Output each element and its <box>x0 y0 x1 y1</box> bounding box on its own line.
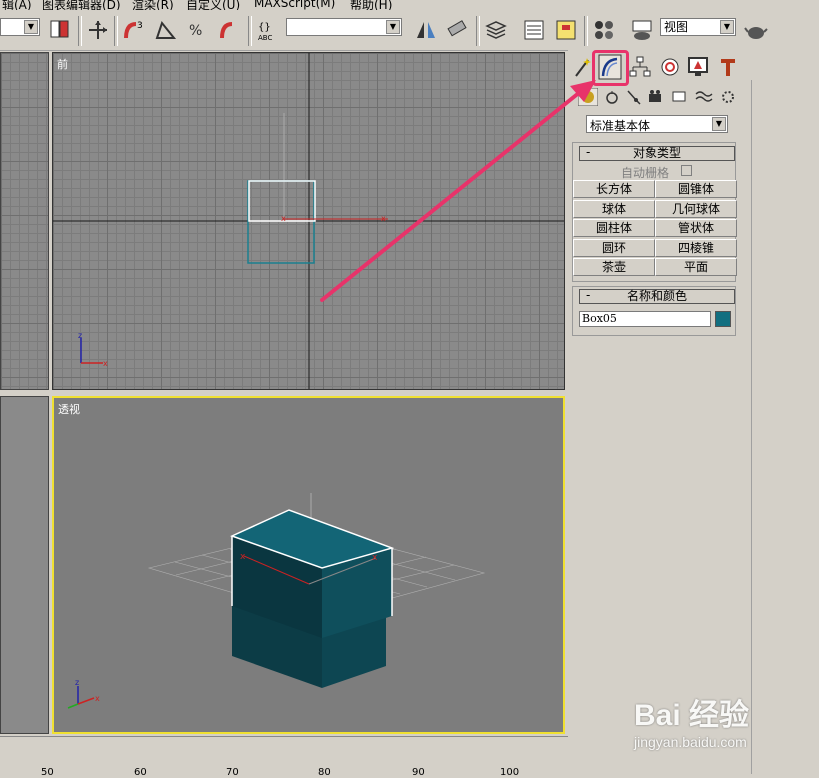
ruler-tick: 60 <box>134 767 147 778</box>
menu-rendering[interactable]: 渲染(R) <box>132 0 174 10</box>
svg-text:x: x <box>281 214 286 223</box>
tube-button[interactable]: 管状体 <box>655 219 737 237</box>
geosphere-button[interactable]: 几何球体 <box>655 200 737 218</box>
schematic-view-icon[interactable] <box>554 18 578 42</box>
space-warps-icon[interactable] <box>694 88 714 106</box>
watermark-brand: Bai 经验 <box>634 699 750 732</box>
create-tab-icon[interactable] <box>570 54 594 80</box>
torus-button[interactable]: 圆环 <box>573 239 655 257</box>
object-name-input[interactable]: Box05 <box>579 311 711 327</box>
panel-side-area <box>751 80 819 774</box>
mirror-icon[interactable] <box>414 18 438 42</box>
menu-customize[interactable]: 自定义(U) <box>186 0 240 10</box>
box-button[interactable]: 长方体 <box>573 180 655 198</box>
render-viewport-value: 视图 <box>664 20 689 34</box>
layer-manager-icon[interactable] <box>484 18 508 42</box>
menu-maxscript[interactable]: MAXScript(M) <box>254 0 335 10</box>
snap-3d-icon[interactable]: 3 <box>122 18 146 42</box>
align-icon[interactable] <box>446 18 470 42</box>
svg-text:z: z <box>78 331 82 340</box>
percent-snap-icon[interactable]: % <box>186 18 210 42</box>
ruler-tick: 70 <box>226 767 239 778</box>
named-selection-icon[interactable]: {}ABC <box>256 18 280 42</box>
named-selection-sets-dropdown[interactable]: ▼ <box>286 18 402 36</box>
autogrid-checkbox[interactable] <box>681 165 692 176</box>
name-color-rollout: - 名称和颜色 Box05 <box>572 286 736 336</box>
quick-render-teapot-icon[interactable] <box>744 18 768 42</box>
motion-tab-icon[interactable] <box>658 54 682 80</box>
cameras-icon[interactable] <box>646 88 666 106</box>
modify-tab-highlight <box>592 50 629 86</box>
object-type-rollout: - 对象类型 自动栅格 长方体 圆锥体 球体 几何球体 圆柱体 管状体 圆环 四… <box>572 142 737 282</box>
collapse-icon: - <box>586 145 591 159</box>
chevron-down-icon: ▼ <box>386 20 400 34</box>
ruler-tick: 100 <box>500 767 520 778</box>
name-color-rollout-header[interactable]: - 名称和颜色 <box>579 289 735 304</box>
svg-text:x: x <box>103 359 108 368</box>
svg-text:x: x <box>372 553 378 563</box>
object-type-rollout-header[interactable]: - 对象类型 <box>579 146 735 161</box>
render-scene-icon[interactable] <box>630 18 654 42</box>
chevron-down-icon: ▼ <box>712 117 726 131</box>
svg-text:x: x <box>381 214 386 223</box>
svg-text:x: x <box>240 552 246 562</box>
object-color-swatch[interactable] <box>715 311 731 327</box>
svg-text:3: 3 <box>137 21 143 31</box>
display-tab-icon[interactable] <box>686 54 710 80</box>
render-viewport-dropdown[interactable]: 视图 ▼ <box>660 18 736 36</box>
collapse-icon: - <box>586 288 591 302</box>
svg-text:x: x <box>95 694 100 703</box>
object-type-title: 对象类型 <box>632 146 681 160</box>
material-editor-icon[interactable] <box>592 18 616 42</box>
menu-bar: 辑(A) 图表编辑器(D) 渲染(R) 自定义(U) MAXScript(M) … <box>0 0 819 10</box>
chevron-down-icon: ▼ <box>720 20 734 34</box>
selection-filter-dropdown[interactable]: ▼ <box>0 18 40 36</box>
plane-button[interactable]: 平面 <box>655 258 737 276</box>
viewport-top-left[interactable] <box>0 52 49 390</box>
spinner-snap-icon[interactable] <box>218 18 242 42</box>
object-category-dropdown[interactable]: 标准基本体 ▼ <box>586 115 728 133</box>
helpers-icon[interactable] <box>670 88 690 106</box>
shapes-icon[interactable] <box>602 88 622 106</box>
svg-text:{}: {} <box>258 22 271 33</box>
ruler-tick: 90 <box>412 767 425 778</box>
main-toolbar: ▼ 3 % {} ABC ▼ 视图 ▼ <box>0 10 819 51</box>
object-category-value: 标准基本体 <box>590 119 651 133</box>
menu-help[interactable]: 帮助(H) <box>350 0 392 10</box>
svg-text:%: % <box>189 23 202 39</box>
watermark: Bai 经验 jingyan.baidu.com <box>634 690 749 750</box>
utilities-tab-icon[interactable] <box>716 54 740 80</box>
autogrid-label: 自动栅格 <box>621 166 670 180</box>
viewport-front[interactable]: 前 x x z x <box>52 52 565 390</box>
chevron-down-icon: ▼ <box>24 20 38 34</box>
viewport-left[interactable] <box>0 396 49 734</box>
sphere-button[interactable]: 球体 <box>573 200 655 218</box>
curve-editor-icon[interactable] <box>522 18 546 42</box>
perspective-viewport-scene: x x z x <box>67 493 486 709</box>
command-panel: 标准基本体 ▼ - 对象类型 自动栅格 长方体 圆锥体 球体 几何球体 圆柱体 … <box>568 50 819 774</box>
cylinder-button[interactable]: 圆柱体 <box>573 219 655 237</box>
hierarchy-tab-icon[interactable] <box>628 54 652 80</box>
geometry-icon[interactable] <box>578 88 598 106</box>
teapot-button[interactable]: 茶壶 <box>573 258 655 276</box>
time-ruler[interactable]: 50 60 70 80 90 100 <box>0 736 568 778</box>
name-color-title: 名称和颜色 <box>626 289 687 303</box>
select-by-name-icon[interactable] <box>48 18 72 42</box>
systems-icon[interactable] <box>718 88 738 106</box>
ruler-tick: 80 <box>318 767 331 778</box>
watermark-url: jingyan.baidu.com <box>634 734 747 750</box>
ruler-tick: 50 <box>41 767 54 778</box>
menu-edit[interactable]: 辑(A) <box>2 0 32 10</box>
viewport-perspective[interactable]: 透视 x x z x <box>52 396 565 734</box>
pyramid-button[interactable]: 四棱锥 <box>655 239 737 257</box>
angle-snap-icon[interactable] <box>154 18 178 42</box>
menu-graph-editors[interactable]: 图表编辑器(D) <box>42 0 121 10</box>
svg-text:z: z <box>75 678 79 687</box>
cone-button[interactable]: 圆锥体 <box>655 180 737 198</box>
select-and-move-icon[interactable] <box>86 18 110 42</box>
svg-text:ABC: ABC <box>258 34 272 42</box>
front-viewport-scene: x x z x <box>53 53 564 389</box>
lights-icon[interactable] <box>624 88 644 106</box>
